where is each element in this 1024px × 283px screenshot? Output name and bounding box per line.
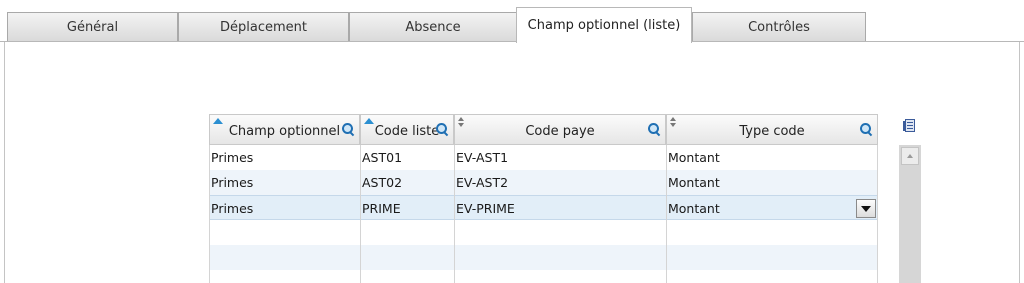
table-row-selected[interactable]: Primes PRIME EV-PRIME Montant xyxy=(209,195,878,220)
tab-label: Champ optionnel (liste) xyxy=(527,18,681,33)
cell-code-liste: PRIME xyxy=(362,201,401,216)
tab-bar: Général Déplacement Absence Champ option… xyxy=(0,0,1024,43)
table-row[interactable]: Primes AST01 EV-AST1 Montant xyxy=(209,145,878,170)
column-divider xyxy=(666,145,667,283)
column-label: Code paye xyxy=(525,124,595,139)
tab-label: Général xyxy=(66,20,119,35)
table-row-empty[interactable] xyxy=(209,245,878,270)
search-icon[interactable] xyxy=(860,123,873,136)
optional-field-grid: Champ optionnel Code liste Code paye Typ… xyxy=(209,114,899,283)
column-divider xyxy=(877,145,878,283)
tab-label: Absence xyxy=(405,20,461,35)
column-divider xyxy=(454,145,455,283)
tab-absence[interactable]: Absence xyxy=(349,12,517,42)
cell-type-code: Montant xyxy=(668,175,720,190)
table-row-empty[interactable] xyxy=(209,220,878,245)
sort-icon[interactable] xyxy=(670,117,676,127)
cell-champ-optionnel: Primes xyxy=(211,175,254,190)
sort-ascending-icon[interactable] xyxy=(213,118,223,124)
cell-code-paye: EV-AST2 xyxy=(456,175,509,190)
tab-label: Déplacement xyxy=(220,20,307,35)
search-icon[interactable] xyxy=(436,123,449,136)
table-row-empty[interactable] xyxy=(209,270,878,283)
table-row[interactable]: Primes AST02 EV-AST2 Montant xyxy=(209,170,878,195)
tab-champ-optionnel-liste[interactable]: Champ optionnel (liste) xyxy=(516,7,692,43)
export-list-icon[interactable] xyxy=(903,119,916,133)
scroll-up-icon[interactable] xyxy=(901,147,919,165)
column-label: Type code xyxy=(739,124,805,139)
column-label: Champ optionnel xyxy=(228,124,341,139)
tab-divider xyxy=(0,41,1024,42)
search-icon[interactable] xyxy=(342,123,355,136)
cell-code-liste: AST02 xyxy=(362,175,403,190)
column-divider xyxy=(360,145,361,283)
cell-code-liste: AST01 xyxy=(362,150,403,165)
tab-label: Contrôles xyxy=(748,20,810,35)
sort-icon[interactable] xyxy=(458,117,464,127)
tab-controles[interactable]: Contrôles xyxy=(692,12,866,42)
cell-code-paye: EV-AST1 xyxy=(456,150,509,165)
tab-deplacement[interactable]: Déplacement xyxy=(178,12,349,42)
column-header-champ-optionnel[interactable]: Champ optionnel xyxy=(209,114,360,145)
cell-type-code[interactable]: Montant xyxy=(666,196,720,221)
search-icon[interactable] xyxy=(648,123,661,136)
column-header-code-paye[interactable]: Code paye xyxy=(454,114,666,145)
chevron-down-icon[interactable] xyxy=(856,199,876,218)
column-header-type-code[interactable]: Type code xyxy=(666,114,878,145)
cell-champ-optionnel: Primes xyxy=(211,150,254,165)
grid-border xyxy=(209,145,210,283)
cell-type-code: Montant xyxy=(668,150,720,165)
cell-code-paye: EV-PRIME xyxy=(456,201,515,216)
sort-ascending-icon[interactable] xyxy=(364,118,374,124)
cell-champ-optionnel: Primes xyxy=(211,201,254,216)
vertical-scrollbar[interactable] xyxy=(899,145,921,283)
column-header-code-liste[interactable]: Code liste xyxy=(360,114,454,145)
tab-general[interactable]: Général xyxy=(7,12,178,42)
